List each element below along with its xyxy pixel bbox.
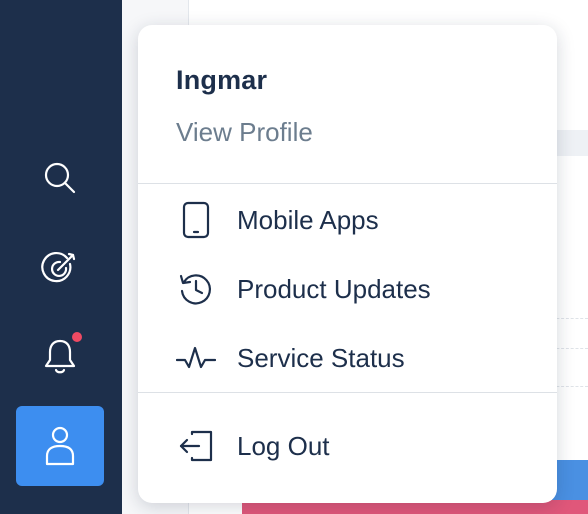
notification-badge [72,332,82,342]
app-window: Ingmar View Profile Mobile Apps Product … [0,0,588,514]
target-icon [41,251,76,283]
menu-item-product-updates[interactable]: Product Updates [138,259,557,319]
sidebar-search-button[interactable] [16,138,104,218]
sidebar [0,0,122,514]
log-out-label: Log Out [237,430,330,461]
sidebar-notifications-button[interactable] [16,316,104,396]
sidebar-profile-button[interactable] [16,406,104,486]
user-name: Ingmar [176,65,268,95]
view-profile-link[interactable]: View Profile [176,117,313,148]
menu-divider [138,183,557,184]
pulse-icon [176,338,216,378]
menu-item-service-status[interactable]: Service Status [138,328,557,388]
mobile-phone-icon [176,200,216,240]
bell-icon [44,339,76,374]
chart-bar-blue [552,460,588,500]
menu-item-mobile-apps[interactable]: Mobile Apps [138,190,557,250]
log-out-button[interactable]: Log Out [138,416,557,476]
log-out-icon [176,426,216,466]
profile-dropdown-menu: Ingmar View Profile Mobile Apps Product … [138,25,557,503]
menu-divider [138,392,557,393]
sidebar-goals-button[interactable] [16,228,104,308]
menu-item-label: Mobile Apps [237,204,379,235]
menu-item-label: Product Updates [237,273,431,304]
menu-item-label: Service Status [237,342,405,373]
history-clock-icon [176,269,216,309]
user-icon [45,426,75,466]
search-icon [44,162,76,194]
